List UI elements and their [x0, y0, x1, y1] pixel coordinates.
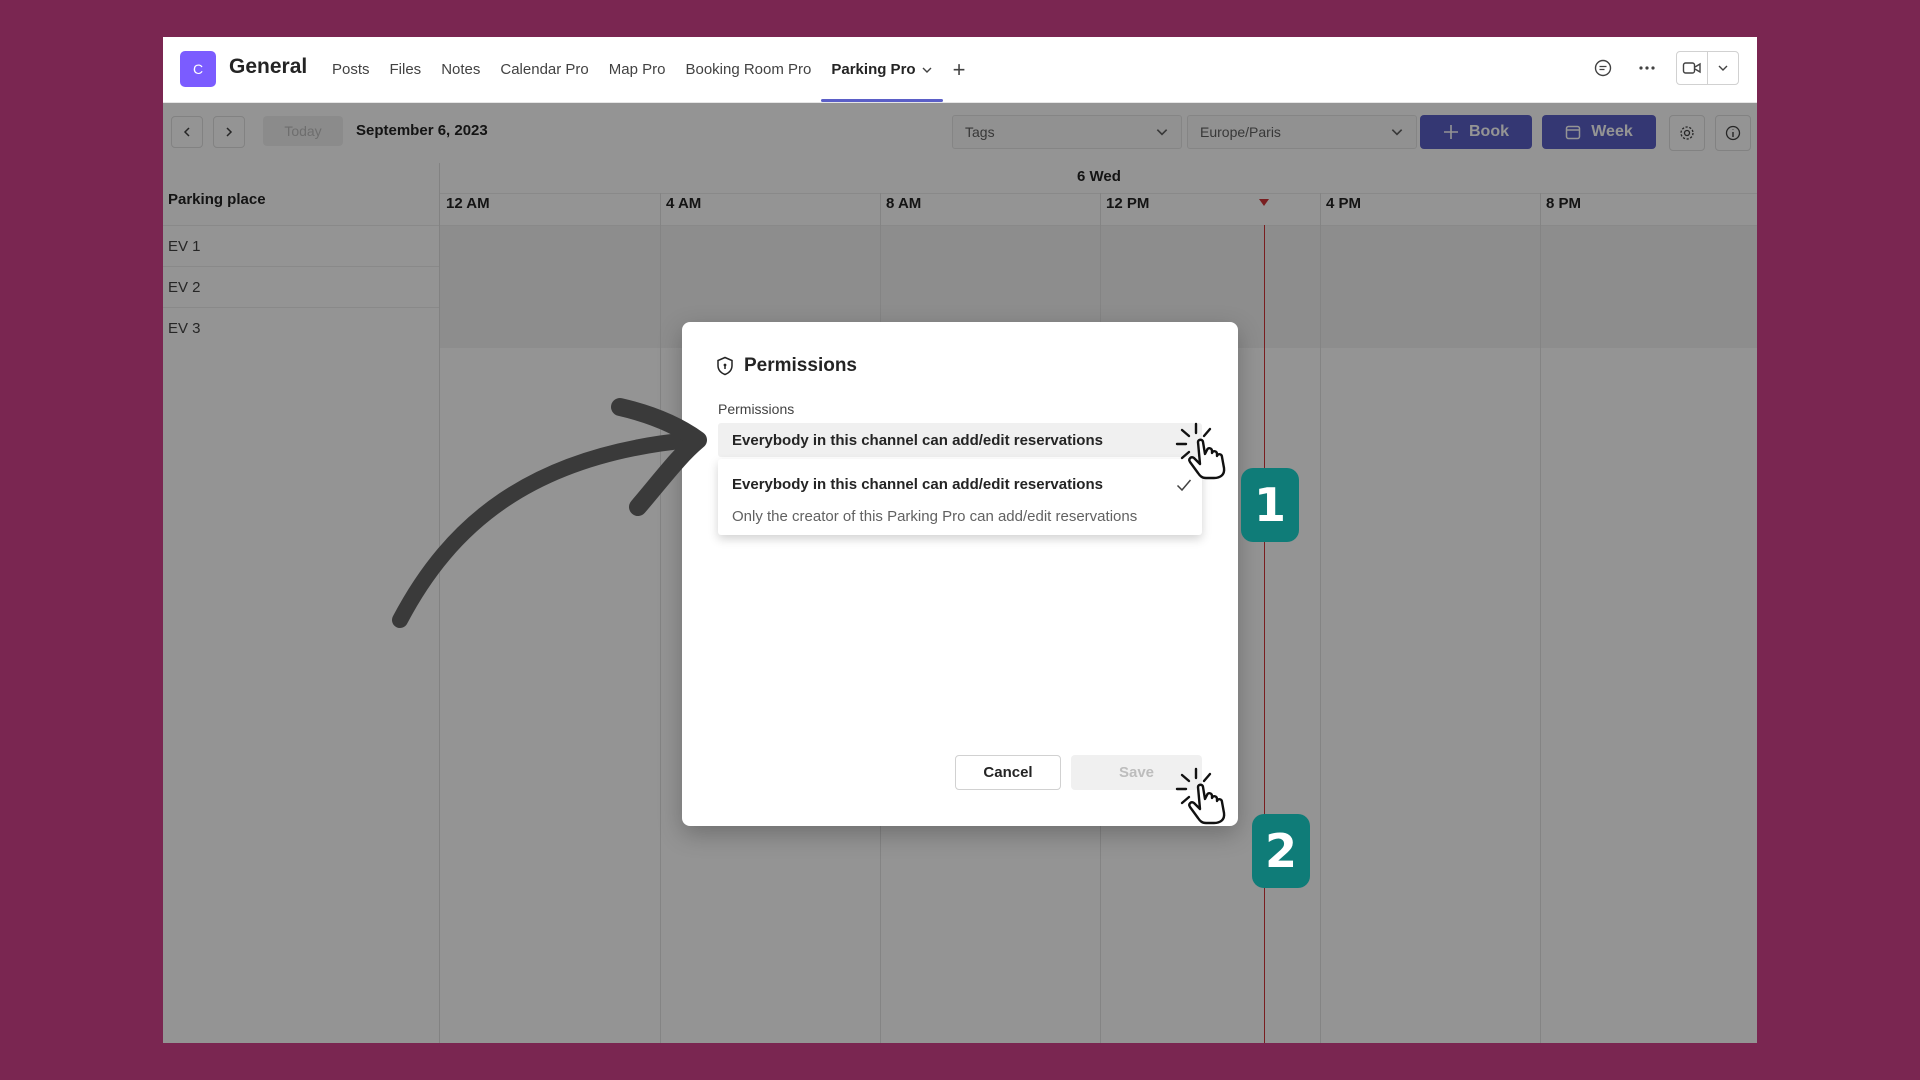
- permissions-field-label: Permissions: [718, 401, 795, 417]
- tab-parking-pro[interactable]: Parking Pro: [821, 37, 943, 102]
- tab-map-pro[interactable]: Map Pro: [599, 37, 676, 102]
- pointer-hand-icon: [1175, 767, 1226, 825]
- chat-icon[interactable]: [1588, 53, 1618, 83]
- shield-icon: [717, 356, 733, 376]
- video-call-icon[interactable]: [1677, 52, 1707, 84]
- step-badge-2: 2: [1252, 814, 1310, 888]
- dialog-header: Permissions: [716, 355, 857, 377]
- option-creator-only[interactable]: Only the creator of this Parking Pro can…: [732, 508, 1137, 525]
- permissions-dialog: Permissions Permissions Everybody in thi…: [682, 322, 1238, 826]
- pointer-hand-icon: [1175, 422, 1226, 480]
- cancel-button[interactable]: Cancel: [955, 755, 1061, 790]
- permissions-options-list: Everybody in this channel can add/edit r…: [718, 459, 1202, 535]
- more-options-icon[interactable]: [1632, 53, 1662, 83]
- tab-parking-pro-label: Parking Pro: [831, 61, 916, 78]
- tab-files[interactable]: Files: [380, 37, 432, 102]
- tab-notes[interactable]: Notes: [431, 37, 490, 102]
- tab-posts[interactable]: Posts: [322, 37, 380, 102]
- chevron-down-icon: [921, 64, 933, 76]
- checkmark-icon: [1176, 479, 1192, 492]
- dialog-title: Permissions: [744, 355, 857, 376]
- chevron-down-icon[interactable]: [1707, 52, 1738, 84]
- tab-bar: Posts Files Notes Calendar Pro Map Pro B…: [322, 37, 975, 102]
- channel-name: General: [229, 55, 308, 78]
- add-tab-button[interactable]: +: [943, 37, 976, 102]
- curved-arrow-icon: [392, 398, 707, 628]
- tab-booking-room-pro[interactable]: Booking Room Pro: [675, 37, 821, 102]
- step-badge-1: 1: [1241, 468, 1299, 542]
- meet-button-group: [1676, 51, 1739, 85]
- option-everybody[interactable]: Everybody in this channel can add/edit r…: [732, 476, 1103, 493]
- team-avatar[interactable]: C: [180, 51, 216, 87]
- permissions-dropdown[interactable]: Everybody in this channel can add/edit r…: [718, 423, 1202, 457]
- header-actions: [1588, 51, 1739, 85]
- tab-calendar-pro[interactable]: Calendar Pro: [490, 37, 598, 102]
- channel-header: C General Posts Files Notes Calendar Pro…: [163, 37, 1757, 103]
